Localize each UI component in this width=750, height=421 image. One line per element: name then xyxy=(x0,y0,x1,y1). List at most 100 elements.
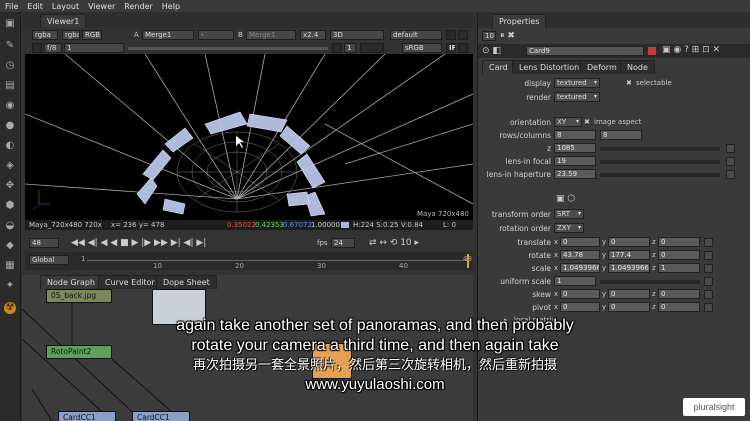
menu-edit[interactable]: Edit xyxy=(27,2,43,11)
lens-haperture-field[interactable]: 23.59 xyxy=(554,169,596,179)
scale-x-field[interactable]: 1.0493966 xyxy=(560,263,600,273)
menu-help[interactable]: Help xyxy=(162,2,180,11)
tab-card[interactable]: Card xyxy=(482,60,515,74)
menu-file[interactable]: File xyxy=(5,2,18,11)
exposure-toggle-icon[interactable] xyxy=(32,43,42,53)
pivot-animation-icon[interactable] xyxy=(704,303,713,312)
scale-animation-icon[interactable] xyxy=(704,264,713,273)
input-b-select[interactable]: Merge1 xyxy=(246,30,296,40)
channels-select[interactable]: rgba xyxy=(32,30,58,40)
transform-icon[interactable]: ✥ xyxy=(4,180,16,192)
translate-z-field[interactable]: 0 xyxy=(658,237,700,247)
node-cardcc-2[interactable]: CardCC1 xyxy=(132,411,190,421)
viewer-lut-icon[interactable] xyxy=(360,43,384,53)
translate-animation-icon[interactable] xyxy=(704,238,713,247)
layer-mode-select[interactable]: RGB xyxy=(82,30,102,40)
lens-focal-slider[interactable] xyxy=(600,160,720,164)
panel-controls-icon[interactable]: ▣ ◉ ? ⊞ ⊡ ✕ xyxy=(662,45,720,55)
lens-focal-field[interactable]: 19 xyxy=(554,156,596,166)
filter-icon[interactable]: ● xyxy=(4,120,16,132)
color-icon[interactable]: ◉ xyxy=(4,100,16,112)
tab-deform[interactable]: Deform xyxy=(580,60,624,74)
view-icon[interactable]: ◒ xyxy=(4,220,16,232)
timeline-playhead[interactable] xyxy=(467,254,469,268)
display-select[interactable]: textured xyxy=(554,78,600,88)
colorspace-select[interactable]: sRGB xyxy=(402,43,442,53)
op-select[interactable]: - xyxy=(198,30,234,40)
rotate-animation-icon[interactable] xyxy=(704,251,713,260)
time-icon[interactable]: ◷ xyxy=(4,60,16,72)
skew-z-field[interactable]: 0 xyxy=(658,289,700,299)
rotation-order-select[interactable]: ZXY xyxy=(554,223,584,233)
tab-properties[interactable]: Properties xyxy=(492,14,547,28)
timeline-scope-select[interactable]: Global xyxy=(29,255,69,265)
rows-field[interactable]: 8 xyxy=(554,130,596,140)
settings-icon[interactable] xyxy=(458,30,468,40)
transform-order-select[interactable]: SRT xyxy=(554,209,584,219)
menu-layout[interactable]: Layout xyxy=(52,2,79,11)
uniform-scale-animation-icon[interactable] xyxy=(704,277,713,286)
tab-lens-distortion[interactable]: Lens Distortion xyxy=(512,60,587,74)
menu-viewer[interactable]: Viewer xyxy=(88,2,115,11)
playback-mode-icon[interactable]: ⇄ ↔ ⟲ 10 ▸ xyxy=(369,238,419,248)
node-toggle-icon[interactable]: ⊙ ◧ xyxy=(482,46,501,56)
viewer-viewport[interactable]: Maya 720x480 xyxy=(25,54,473,220)
nuke-logo-icon[interactable]: ☢ xyxy=(4,302,16,314)
translate-x-field[interactable]: 0 xyxy=(560,237,600,247)
render-select[interactable]: textured xyxy=(554,92,600,102)
pivot-x-field[interactable]: 0 xyxy=(560,302,600,312)
uniform-scale-field[interactable]: 1 xyxy=(554,276,596,286)
gain-field[interactable]: 1 xyxy=(64,43,124,53)
view-mode-select[interactable]: 3D xyxy=(330,30,384,40)
timeline[interactable]: Global 1 10 20 30 40 48 xyxy=(25,252,473,270)
z-animation-icon[interactable] xyxy=(726,144,735,153)
overlay-toggle-icon[interactable] xyxy=(446,30,456,40)
lock-icon[interactable]: ⏸ ✖ xyxy=(500,31,515,41)
frame-field[interactable]: 48 xyxy=(29,238,59,248)
translate-y-field[interactable]: 0 xyxy=(608,237,650,247)
tab-viewer1[interactable]: Viewer1 xyxy=(40,14,87,28)
input-a-select[interactable]: Merge1 xyxy=(142,30,194,40)
z-field[interactable]: 1085 xyxy=(554,143,596,153)
skew-x-field[interactable]: 0 xyxy=(560,289,600,299)
gamma-field[interactable]: 1 xyxy=(344,43,356,53)
camera-select[interactable]: default xyxy=(390,30,442,40)
pivot-y-field[interactable]: 0 xyxy=(608,302,650,312)
skew-animation-icon[interactable] xyxy=(704,290,713,299)
fps-field[interactable]: 24 xyxy=(331,238,355,248)
fstop-field[interactable]: f/8 xyxy=(44,43,62,53)
menu-render[interactable]: Render xyxy=(124,2,152,11)
3d-icon[interactable]: ⬢ xyxy=(4,200,16,212)
zoom-select[interactable]: x2.4 xyxy=(300,30,326,40)
transform-handle-icon[interactable]: ▣ ⬡ xyxy=(556,194,575,204)
channel-icon[interactable]: ▤ xyxy=(4,80,16,92)
rotate-z-field[interactable]: 0 xyxy=(658,250,700,260)
image-icon[interactable]: ▣ xyxy=(4,18,16,30)
max-panels-field[interactable]: 10 xyxy=(482,31,496,41)
ip-icon[interactable]: IP xyxy=(446,43,456,53)
pause-icon[interactable] xyxy=(458,43,468,53)
furnace-icon[interactable]: ✦ xyxy=(4,280,16,292)
draw-icon[interactable]: ✎ xyxy=(4,40,16,52)
pivot-z-field[interactable]: 0 xyxy=(658,302,700,312)
rotate-x-field[interactable]: 43.78 xyxy=(560,250,600,260)
node-read[interactable]: 05_back.jpg xyxy=(46,289,112,303)
merge-icon[interactable]: ◈ xyxy=(4,160,16,172)
z-slider[interactable] xyxy=(600,147,720,151)
lens-haperture-slider[interactable] xyxy=(600,173,720,177)
lens-focal-animation-icon[interactable] xyxy=(726,157,735,166)
tab-node[interactable]: Node xyxy=(620,60,655,74)
metadata-icon[interactable]: ◆ xyxy=(4,240,16,252)
columns-field[interactable]: 8 xyxy=(600,130,642,140)
selectable-check[interactable]: ✖ xyxy=(626,79,632,87)
tab-node-graph[interactable]: Node Graph xyxy=(40,275,102,289)
node-color-swatch[interactable] xyxy=(648,47,656,55)
node-name-field[interactable]: Card9 xyxy=(526,46,644,56)
tab-dope-sheet[interactable]: Dope Sheet xyxy=(156,275,217,289)
keyer-icon[interactable]: ◐ xyxy=(4,140,16,152)
rotate-y-field[interactable]: 177.4 xyxy=(608,250,650,260)
uniform-scale-slider[interactable] xyxy=(600,280,700,284)
play-controls-icon[interactable]: ◀◀ ◀| ◀ ◀ ■ ▶ |▶ ▶▶ ▶| ◀| ▶| xyxy=(71,238,206,248)
other-icon[interactable]: ▦ xyxy=(4,260,16,272)
node-cardcc-1[interactable]: CardCC1 xyxy=(58,411,116,421)
